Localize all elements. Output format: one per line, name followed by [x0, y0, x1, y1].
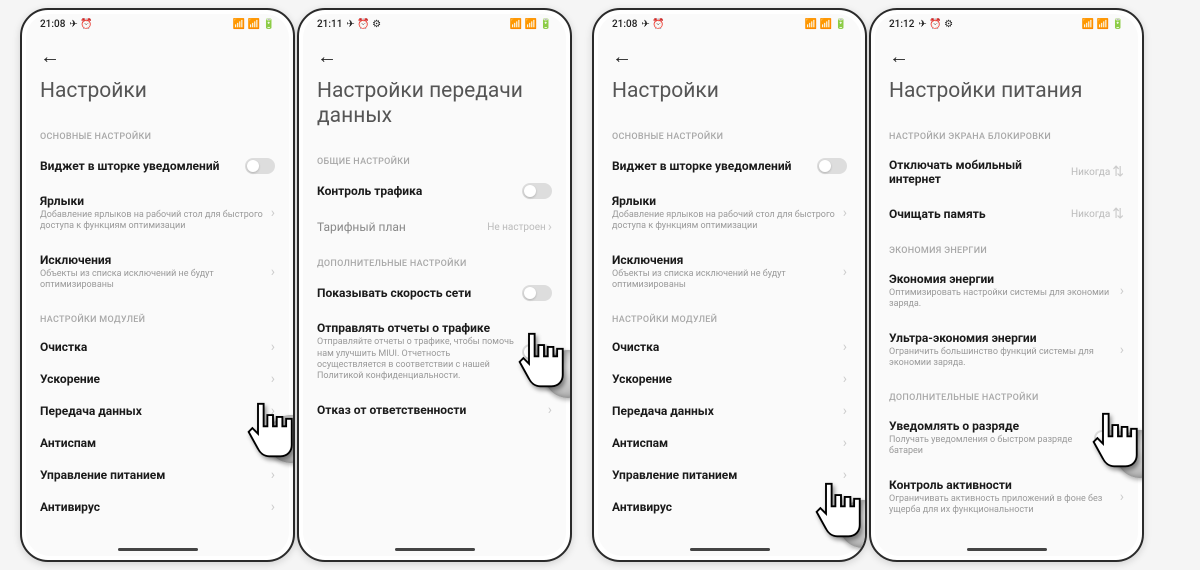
toggle-icon[interactable]: [1094, 430, 1124, 446]
section-header: ОСНОВНЫЕ НАСТРОЙКИ: [26, 118, 289, 148]
status-right-icons: 📶 📶 🔋: [1082, 19, 1124, 30]
statusbar: 21:08 ✈ ⏰ 📶 📶 🔋: [598, 14, 861, 34]
chevron-right-icon: ›: [843, 403, 847, 419]
chevron-right-icon: ›: [271, 435, 275, 451]
phone-1: 21:08 ✈ ⏰ 📶 📶 🔋 ← Настройки ОСНОВНЫЕ НАС…: [20, 8, 295, 562]
row-tariff-plan[interactable]: Тарифный план Не настроен›: [303, 209, 566, 245]
home-indicator[interactable]: [395, 548, 475, 551]
chevron-right-icon: ›: [843, 467, 847, 483]
home-indicator[interactable]: [690, 548, 770, 551]
chevron-right-icon: ›: [548, 219, 552, 235]
section-header: ЭКОНОМИЯ ЭНЕРГИИ: [875, 232, 1138, 262]
status-time: 21:08: [40, 19, 65, 30]
phone-4: 21:12 ✈ ⏰ ⚙ 📶 📶 🔋 ← Настройки питания НА…: [869, 8, 1144, 562]
back-icon[interactable]: ←: [889, 44, 909, 68]
status-right-icons: 📶 📶 🔋: [510, 19, 552, 30]
status-time: 21:12: [889, 19, 914, 30]
chevron-right-icon: ›: [1120, 342, 1124, 358]
updown-icon: ⇅: [1112, 206, 1124, 222]
home-indicator[interactable]: [967, 548, 1047, 551]
status-left-icons: ✈ ⏰ ⚙: [918, 19, 953, 30]
row-traffic-control[interactable]: Контроль трафика: [303, 173, 566, 209]
status-time: 21:08: [612, 19, 637, 30]
section-header: ДОПОЛНИТЕЛЬНЫЕ НАСТРОЙКИ: [303, 245, 566, 275]
row-energy-saving[interactable]: Экономия энергии Оптимизировать настройк…: [875, 262, 1138, 321]
chevron-right-icon: ›: [843, 499, 847, 515]
row-shortcuts[interactable]: Ярлыки Добавление ярлыков на рабочий сто…: [598, 184, 861, 243]
row-power-management[interactable]: Управление питанием›: [598, 459, 861, 491]
chevron-right-icon: ›: [271, 205, 275, 221]
chevron-right-icon: ›: [271, 371, 275, 387]
toggle-icon[interactable]: [522, 344, 552, 360]
chevron-right-icon: ›: [843, 371, 847, 387]
status-right-icons: 📶 📶 🔋: [805, 19, 847, 30]
row-cleanup[interactable]: Очистка›: [26, 331, 289, 363]
section-header: НАСТРОЙКИ МОДУЛЕЙ: [598, 301, 861, 331]
row-widget-notification[interactable]: Виджет в шторке уведомлений: [598, 148, 861, 184]
updown-icon: ⇅: [1112, 164, 1124, 180]
section-header: ДОПОЛНИТЕЛЬНЫЕ НАСТРОЙКИ: [875, 379, 1138, 409]
section-header: ОБЩИЕ НАСТРОЙКИ: [303, 143, 566, 173]
row-discharge-notify[interactable]: Уведомлять о разряде Получать уведомлени…: [875, 409, 1138, 468]
row-boost[interactable]: Ускорение›: [598, 363, 861, 395]
row-disable-mobile-internet[interactable]: Отключать мобильный интернет Никогда⇅: [875, 148, 1138, 196]
status-left-icons: ✈ ⏰: [641, 19, 664, 30]
chevron-right-icon: ›: [271, 467, 275, 483]
chevron-right-icon: ›: [843, 339, 847, 355]
row-exclusions[interactable]: Исключения Объекты из списка исключений …: [26, 243, 289, 302]
page-title: Настройки передачи данных: [303, 69, 566, 143]
row-traffic-reports[interactable]: Отправлять отчеты о трафике Отправляйте …: [303, 311, 566, 392]
chevron-right-icon: ›: [1120, 489, 1124, 505]
row-antivirus[interactable]: Антивирус›: [26, 491, 289, 523]
section-header: НАСТРОЙКИ ЭКРАНА БЛОКИРОВКИ: [875, 118, 1138, 148]
chevron-right-icon: ›: [843, 205, 847, 221]
chevron-right-icon: ›: [843, 264, 847, 280]
back-icon[interactable]: ←: [317, 44, 337, 68]
row-clear-memory[interactable]: Очищать память Никогда⇅: [875, 196, 1138, 232]
row-show-net-speed[interactable]: Показывать скорость сети: [303, 275, 566, 311]
chevron-right-icon: ›: [271, 499, 275, 515]
chevron-right-icon: ›: [843, 435, 847, 451]
row-antispam[interactable]: Антиспам›: [598, 427, 861, 459]
toggle-icon[interactable]: [522, 285, 552, 301]
chevron-right-icon: ›: [548, 402, 552, 418]
statusbar: 21:11 ✈ ⏰ ⚙ 📶 📶 🔋: [303, 14, 566, 34]
page-title: Настройки питания: [875, 69, 1138, 118]
home-indicator[interactable]: [118, 548, 198, 551]
page-title: Настройки: [598, 69, 861, 118]
row-shortcuts[interactable]: Ярлыки Добавление ярлыков на рабочий сто…: [26, 184, 289, 243]
statusbar: 21:08 ✈ ⏰ 📶 📶 🔋: [26, 14, 289, 34]
row-cleanup[interactable]: Очистка›: [598, 331, 861, 363]
page-title: Настройки: [26, 69, 289, 118]
toggle-icon[interactable]: [245, 158, 275, 174]
row-power-management[interactable]: Управление питанием›: [26, 459, 289, 491]
row-data-transfer[interactable]: Передача данных›: [26, 395, 289, 427]
chevron-right-icon: ›: [271, 264, 275, 280]
chevron-right-icon: ›: [271, 339, 275, 355]
row-widget-notification[interactable]: Виджет в шторке уведомлений: [26, 148, 289, 184]
toggle-icon[interactable]: [817, 158, 847, 174]
phone-2: 21:11 ✈ ⏰ ⚙ 📶 📶 🔋 ← Настройки передачи д…: [297, 8, 572, 562]
row-ultra-energy-saving[interactable]: Ультра-экономия энергии Ограничить больш…: [875, 321, 1138, 380]
row-activity-control[interactable]: Контроль активности Ограничивать активно…: [875, 468, 1138, 527]
row-antivirus[interactable]: Антивирус›: [598, 491, 861, 523]
status-right-icons: 📶 📶 🔋: [233, 19, 275, 30]
chevron-right-icon: ›: [1120, 283, 1124, 299]
statusbar: 21:12 ✈ ⏰ ⚙ 📶 📶 🔋: [875, 14, 1138, 34]
row-antispam[interactable]: Антиспам›: [26, 427, 289, 459]
chevron-right-icon: ›: [271, 403, 275, 419]
toggle-icon[interactable]: [522, 183, 552, 199]
section-header: ОСНОВНЫЕ НАСТРОЙКИ: [598, 118, 861, 148]
row-boost[interactable]: Ускорение›: [26, 363, 289, 395]
row-exclusions[interactable]: Исключения Объекты из списка исключений …: [598, 243, 861, 302]
back-icon[interactable]: ←: [40, 44, 60, 68]
row-disclaimer[interactable]: Отказ от ответственности ›: [303, 392, 566, 428]
back-icon[interactable]: ←: [612, 44, 632, 68]
status-left-icons: ✈ ⏰ ⚙: [346, 19, 381, 30]
status-left-icons: ✈ ⏰: [69, 19, 92, 30]
status-time: 21:11: [317, 19, 342, 30]
row-data-transfer[interactable]: Передача данных›: [598, 395, 861, 427]
section-header: НАСТРОЙКИ МОДУЛЕЙ: [26, 301, 289, 331]
phone-3: 21:08 ✈ ⏰ 📶 📶 🔋 ← Настройки ОСНОВНЫЕ НАС…: [592, 8, 867, 562]
